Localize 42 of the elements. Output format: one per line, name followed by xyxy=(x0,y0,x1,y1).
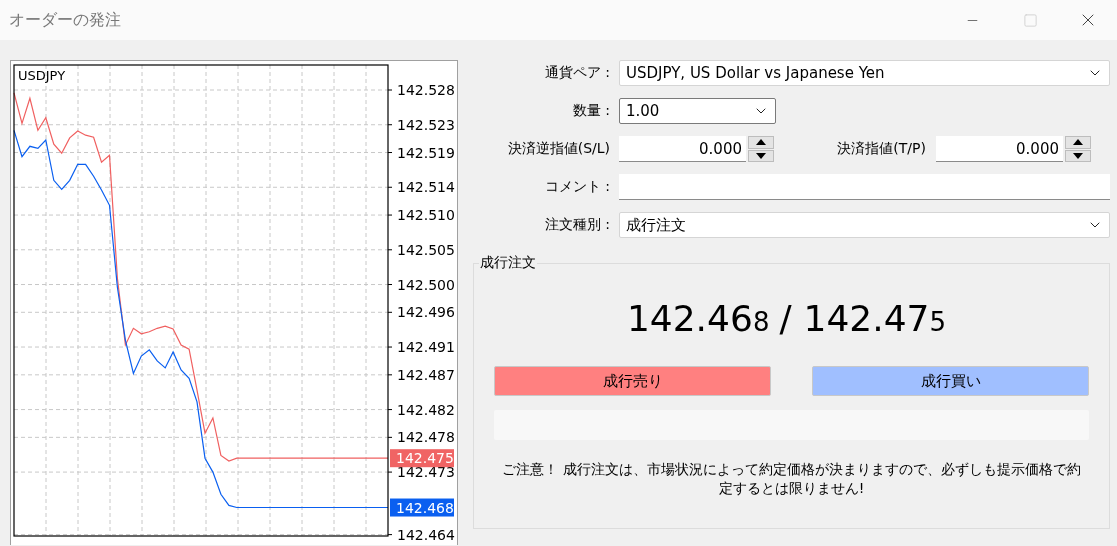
field-label: コメント : xyxy=(543,178,611,196)
field-label: 決済逆指値(S/L) xyxy=(506,140,611,158)
price-separator: / xyxy=(779,298,792,339)
axis-label: 142.482 xyxy=(397,401,455,418)
symbol-label: USDJPY xyxy=(18,68,66,83)
spin-down-icon[interactable] xyxy=(1073,152,1083,159)
axis-label: 142.491 xyxy=(397,339,455,356)
axis-label: 142.500 xyxy=(397,276,455,293)
symbol-dropdown[interactable]: USDJPY, US Dollar vs Japanese Yen xyxy=(619,60,1110,86)
order-type-dropdown[interactable]: 成行注文 xyxy=(619,212,1110,238)
axis-label: 142.464 xyxy=(397,526,455,543)
comment-field[interactable] xyxy=(619,174,1110,200)
spin-up-icon[interactable] xyxy=(756,139,766,146)
axis-label: 142.528 xyxy=(397,82,455,98)
axis-label: 142.510 xyxy=(397,207,455,224)
axis-label: 142.487 xyxy=(397,366,455,383)
bid-price: 142.46 xyxy=(626,298,753,339)
group-title: 成行注文 xyxy=(479,254,537,272)
spin-down-icon[interactable] xyxy=(756,152,766,159)
field-label: 決済指値(T/P) xyxy=(836,140,927,158)
window-title: オーダーの発注 xyxy=(9,9,122,31)
sell-button[interactable]: 成行売り xyxy=(494,366,771,396)
price-tag: 142.468 xyxy=(390,498,454,517)
volume-dropdown[interactable]: 1.00 xyxy=(619,98,776,124)
ask-pip: 5 xyxy=(929,307,947,337)
field-label: 数量 : xyxy=(571,102,611,120)
axis-label: 142.523 xyxy=(397,116,455,133)
field-label: 通貨ペア : xyxy=(543,64,611,82)
price-tag: 142.475 xyxy=(390,449,454,468)
buy-button[interactable]: 成行買い xyxy=(812,366,1089,396)
spin-up-icon[interactable] xyxy=(1073,139,1083,146)
axis-label: 142.505 xyxy=(397,241,455,258)
ask-price: 142.47 xyxy=(803,298,930,339)
axis-label: 142.478 xyxy=(397,429,455,446)
number-field[interactable]: 0.000 xyxy=(619,136,746,162)
number-field[interactable]: 0.000 xyxy=(936,136,1063,162)
notice-text: ご注意！ 成行注文は、市場状況によって約定価格が決まりますので、必ずしも提示価格で約定するとは限りません! xyxy=(501,460,1082,498)
axis-label: 142.519 xyxy=(397,144,455,161)
field-label: 注文種別 : xyxy=(543,216,611,234)
axis-label: 142.496 xyxy=(397,304,455,321)
axis-label: 142.514 xyxy=(397,179,455,196)
bid-pip: 8 xyxy=(752,307,770,337)
